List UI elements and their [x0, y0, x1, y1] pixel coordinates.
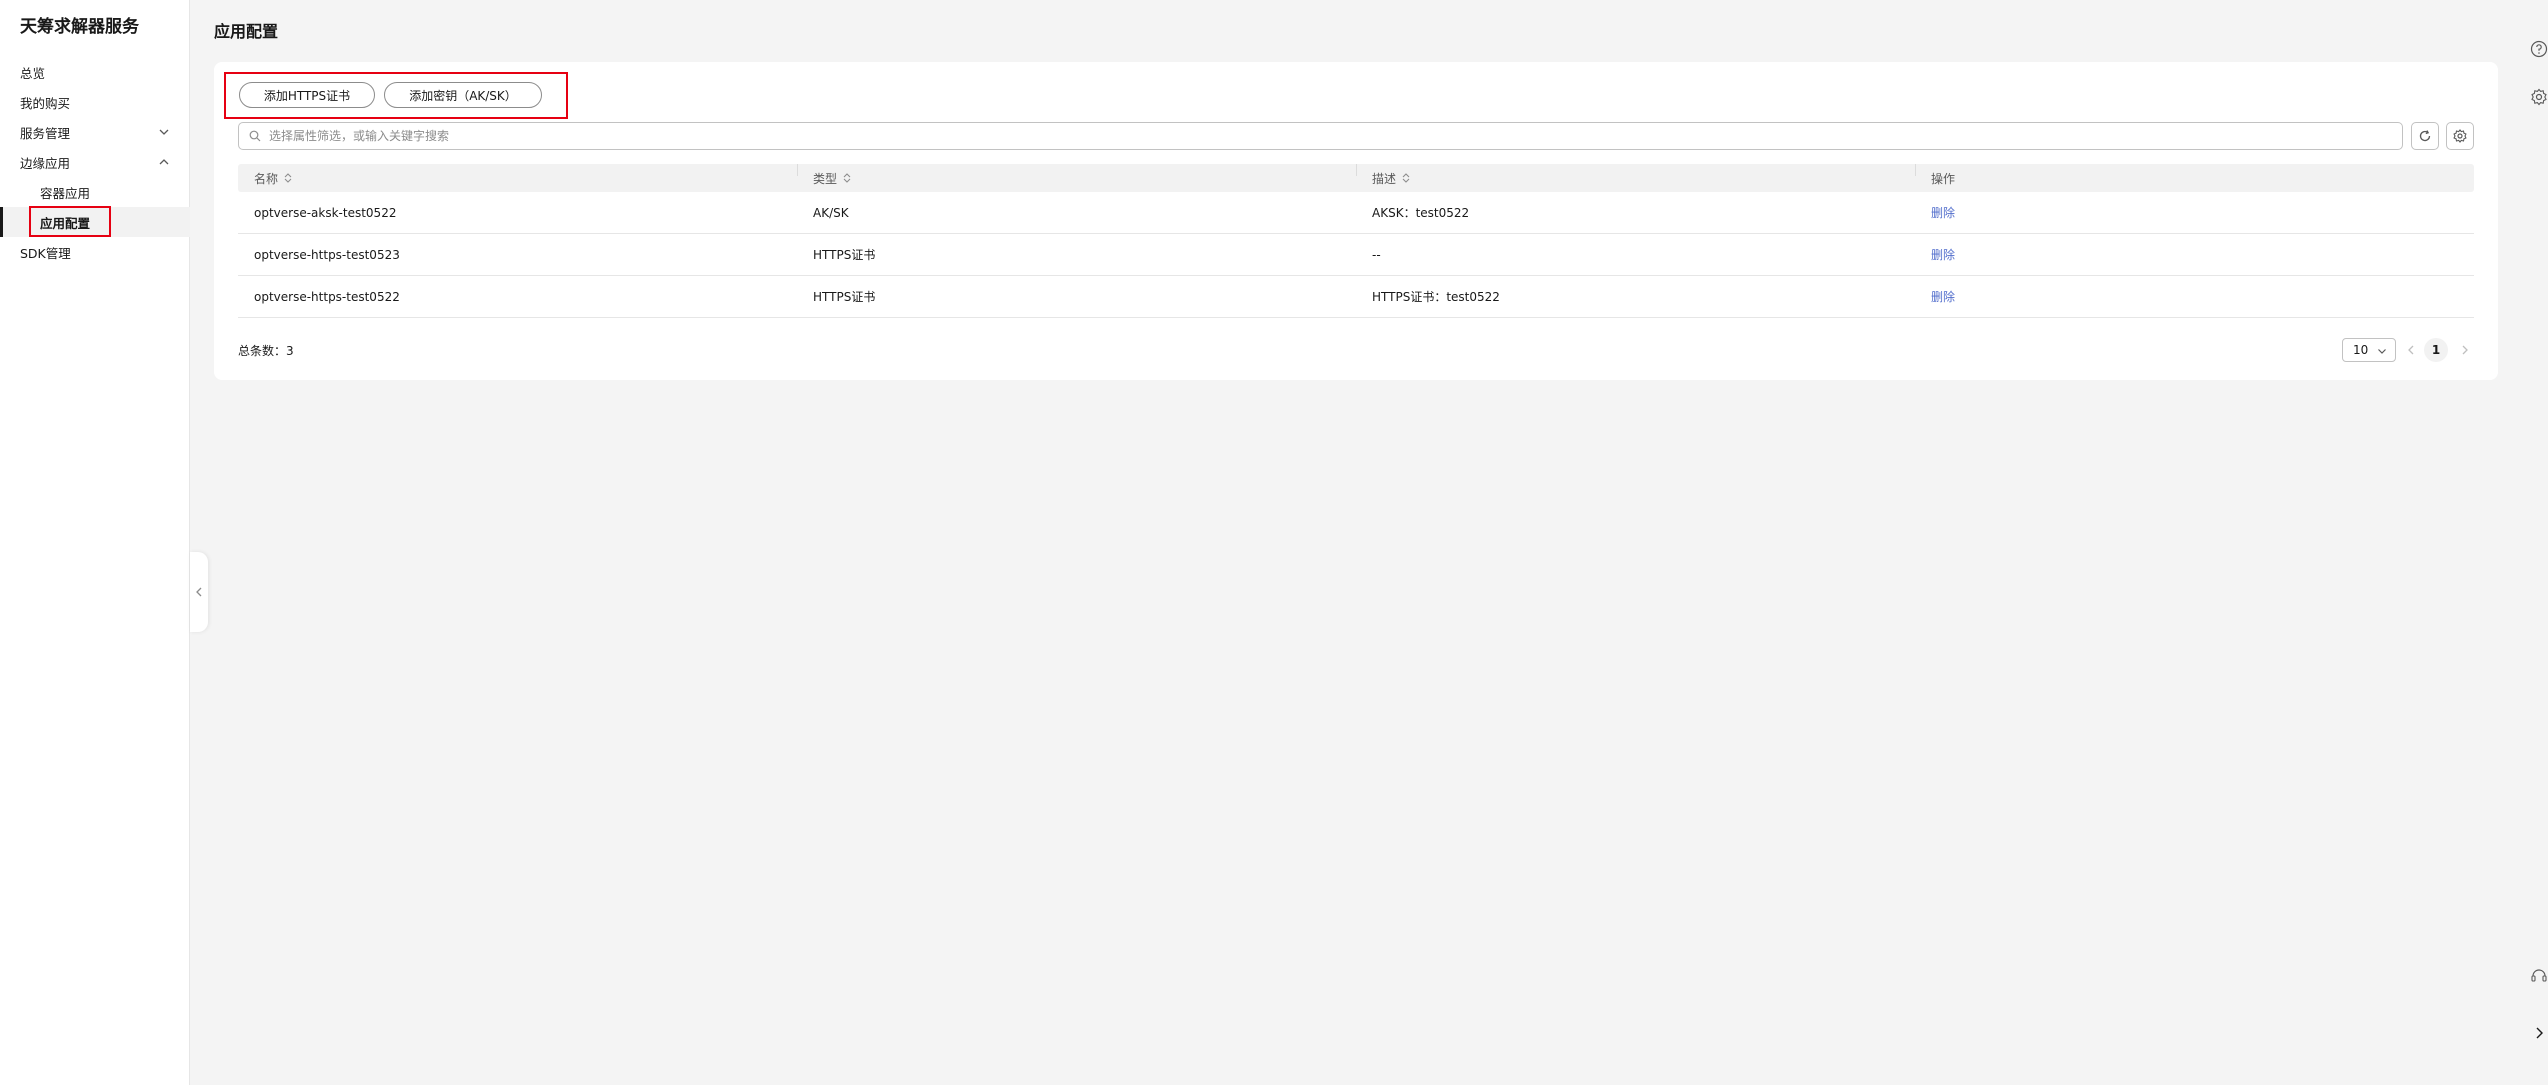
- page-number-current[interactable]: 1: [2424, 338, 2448, 362]
- total-count: 总条数：3: [238, 344, 294, 358]
- cell-type: AK/SK: [813, 205, 849, 220]
- config-table: 名称 类型 描述 操作 optverse-aksk-test0522 AK/SK…: [238, 163, 2474, 318]
- content-card: 添加HTTPS证书 添加密钥（AK/SK） 名称 类型 描述 操作: [214, 62, 2498, 380]
- sidebar-item-overview[interactable]: 总览: [0, 57, 190, 87]
- table-header: 名称 类型 描述 操作: [238, 163, 2474, 192]
- cell-name: optverse-https-test0523: [254, 247, 400, 262]
- column-header-description[interactable]: 描述: [1356, 163, 1915, 187]
- cell-name: optverse-aksk-test0522: [254, 205, 397, 220]
- sidebar: 天筹求解器服务 总览 我的购买 服务管理 边缘应用 容器应用 应用配置 SDK管…: [0, 0, 190, 1085]
- chevron-left-icon[interactable]: [2404, 342, 2418, 358]
- search-input[interactable]: [269, 129, 2269, 143]
- sidebar-item-edge-apps[interactable]: 边缘应用: [0, 147, 190, 177]
- sidebar-item-sdk-management[interactable]: SDK管理: [0, 237, 190, 267]
- page-title: 应用配置: [214, 22, 279, 41]
- help-icon[interactable]: [2530, 40, 2548, 58]
- add-aksk-button[interactable]: 添加密钥（AK/SK）: [384, 82, 542, 108]
- sidebar-item-label: 容器应用: [40, 185, 91, 201]
- cell-description: HTTPS证书：test0522: [1372, 290, 1500, 304]
- table-row: optverse-https-test0522 HTTPS证书 HTTPS证书：…: [238, 276, 2474, 318]
- sidebar-item-label: 边缘应用: [20, 155, 71, 171]
- column-header-type[interactable]: 类型: [797, 163, 1356, 187]
- sidebar-item-label: 总览: [20, 65, 46, 81]
- headset-icon[interactable]: [2530, 966, 2548, 984]
- delete-link[interactable]: 删除: [1931, 288, 1955, 305]
- search-bar[interactable]: [238, 122, 2403, 150]
- sidebar-collapse-handle[interactable]: [190, 552, 208, 632]
- sort-icon: [284, 173, 292, 183]
- table-row: optverse-https-test0523 HTTPS证书 -- 删除: [238, 234, 2474, 276]
- sidebar-item-my-purchases[interactable]: 我的购买: [0, 87, 190, 117]
- table-settings-button[interactable]: [2446, 122, 2474, 150]
- cell-description: AKSK：test0522: [1372, 206, 1470, 220]
- delete-link[interactable]: 删除: [1931, 246, 1955, 263]
- chevron-down-icon: [159, 129, 169, 135]
- refresh-button[interactable]: [2411, 122, 2439, 150]
- page-size-value: 10: [2353, 343, 2369, 357]
- chevron-down-icon: [2378, 349, 2386, 354]
- refresh-icon: [2419, 130, 2431, 142]
- delete-link[interactable]: 删除: [1931, 204, 1955, 221]
- sidebar-item-container-apps[interactable]: 容器应用: [0, 177, 190, 207]
- sidebar-item-label: 服务管理: [20, 125, 71, 141]
- sidebar-item-label: 应用配置: [40, 215, 91, 231]
- search-icon: [249, 130, 261, 142]
- chevron-up-icon: [159, 159, 169, 165]
- gear-icon[interactable]: [2530, 88, 2548, 106]
- sidebar-item-label: 我的购买: [20, 95, 71, 111]
- cell-description: --: [1372, 247, 1381, 262]
- sort-icon: [1402, 173, 1410, 183]
- sort-icon: [843, 173, 851, 183]
- cell-name: optverse-https-test0522: [254, 289, 400, 304]
- chevron-right-icon[interactable]: [2458, 342, 2472, 358]
- chevron-right-icon[interactable]: [2530, 1024, 2548, 1042]
- page-size-select[interactable]: 10: [2342, 338, 2396, 362]
- column-header-name[interactable]: 名称: [238, 170, 797, 187]
- settings-icon: [2453, 129, 2467, 143]
- sidebar-item-service-management[interactable]: 服务管理: [0, 117, 190, 147]
- chevron-left-icon: [196, 587, 202, 597]
- table-row: optverse-aksk-test0522 AK/SK AKSK：test05…: [238, 192, 2474, 234]
- add-https-cert-button[interactable]: 添加HTTPS证书: [239, 82, 375, 108]
- table-footer: 总条数：3 10 1: [238, 338, 2474, 362]
- sidebar-item-app-config[interactable]: 应用配置: [0, 207, 190, 237]
- column-header-actions: 操作: [1915, 163, 2474, 187]
- cell-type: HTTPS证书: [813, 248, 876, 262]
- sidebar-item-label: SDK管理: [20, 245, 71, 261]
- cell-type: HTTPS证书: [813, 290, 876, 304]
- service-title: 天筹求解器服务: [20, 17, 139, 37]
